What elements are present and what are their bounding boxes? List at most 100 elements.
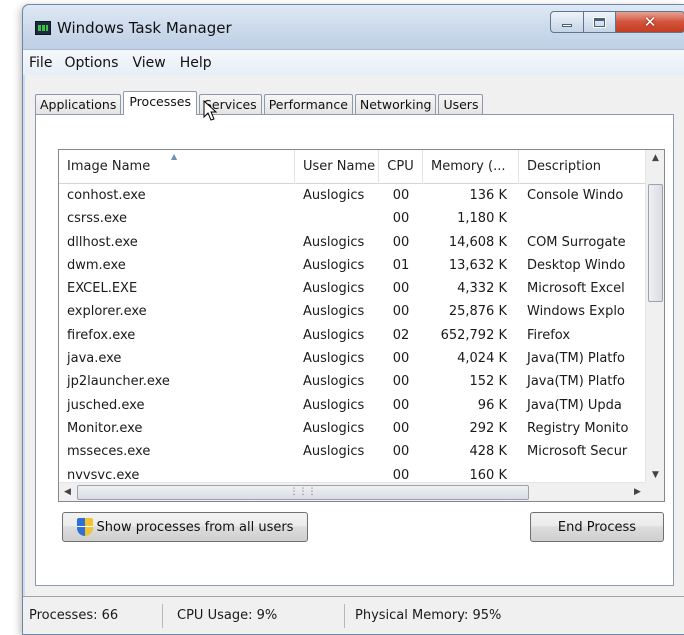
cell-user-name: Auslogics bbox=[303, 420, 365, 436]
cell-cpu: 00 bbox=[392, 211, 410, 227]
process-list[interactable]: Image Name ▲ User Name CPU Memory (... D… bbox=[58, 149, 665, 502]
list-header: Image Name ▲ User Name CPU Memory (... D… bbox=[59, 150, 646, 184]
status-cpu-usage: CPU Usage: 9% bbox=[163, 603, 345, 628]
process-row[interactable]: conhost.exe Auslogics 00 136 K Console Windo bbox=[59, 184, 646, 207]
cell-user-name bbox=[295, 207, 379, 230]
close-icon: ✕ bbox=[643, 13, 657, 31]
cell-description: COM Surrogate bbox=[527, 234, 626, 250]
show-all-processes-button[interactable]: Show processes from all users bbox=[62, 512, 308, 542]
scroll-up-icon[interactable]: ▲ bbox=[647, 150, 664, 167]
cell-description: Desktop Windo bbox=[527, 257, 626, 273]
cell-description: Registry Monito bbox=[527, 420, 629, 436]
cell-user-name: Auslogics bbox=[303, 234, 365, 250]
cell-cpu: 00 bbox=[392, 234, 410, 250]
cell-user-name: Auslogics bbox=[303, 397, 365, 413]
mouse-pointer-icon bbox=[203, 99, 218, 121]
cell-image-name: Monitor.exe bbox=[67, 420, 143, 436]
scroll-left-icon[interactable]: ◀ bbox=[59, 484, 76, 501]
horizontal-scroll-thumb[interactable]: ⋮⋮⋮ bbox=[77, 485, 529, 500]
cell-image-name: dwm.exe bbox=[67, 257, 126, 273]
cell-memory: 96 K bbox=[477, 397, 507, 413]
cell-description: Console Windo bbox=[527, 188, 624, 203]
cell-memory: 4,024 K bbox=[457, 351, 507, 367]
cell-memory: 428 K bbox=[469, 444, 507, 460]
column-memory[interactable]: Memory (... bbox=[423, 150, 519, 184]
cell-description: Java(TM) Platfo bbox=[527, 374, 625, 390]
column-image-name[interactable]: Image Name ▲ bbox=[59, 150, 295, 184]
cell-cpu: 00 bbox=[392, 304, 410, 320]
cell-cpu: 01 bbox=[392, 257, 410, 273]
process-row[interactable]: firefox.exe Auslogics 02 652,792 K Firefox bbox=[59, 324, 646, 347]
tab-strip: Applications Processes Services Performa… bbox=[35, 91, 485, 115]
minimize-button[interactable] bbox=[550, 11, 584, 33]
cell-cpu: 02 bbox=[392, 327, 410, 343]
cell-description: Microsoft Secur bbox=[527, 444, 628, 460]
cell-memory: 136 K bbox=[469, 188, 507, 203]
cell-user-name: Auslogics bbox=[303, 304, 365, 320]
cell-image-name: dllhost.exe bbox=[67, 234, 138, 250]
tab-applications[interactable]: Applications bbox=[35, 94, 122, 115]
cell-cpu: 00 bbox=[392, 397, 410, 413]
menu-bar: File Options View Help bbox=[23, 49, 684, 75]
cell-cpu: 00 bbox=[392, 420, 410, 436]
column-user-name[interactable]: User Name bbox=[295, 150, 379, 184]
process-row[interactable]: Monitor.exe Auslogics 00 292 K Registry Moni… bbox=[59, 417, 646, 440]
process-row[interactable]: dllhost.exe Auslogics 00 14,608 K COM Surrog… bbox=[59, 231, 646, 254]
cell-memory: 4,332 K bbox=[457, 281, 507, 297]
menu-options[interactable]: Options bbox=[64, 55, 118, 71]
column-label: Image Name bbox=[67, 159, 151, 174]
tab-networking[interactable]: Networking bbox=[354, 94, 437, 115]
vertical-scrollbar[interactable]: ▲ ▼ bbox=[645, 150, 664, 484]
cell-image-name: conhost.exe bbox=[67, 188, 146, 203]
uac-shield-icon bbox=[76, 518, 93, 536]
scroll-corner bbox=[645, 482, 664, 501]
process-row[interactable]: java.exe Auslogics 00 4,024 K Java(TM) Platf… bbox=[59, 347, 646, 370]
process-row[interactable]: dwm.exe Auslogics 01 13,632 K Desktop Windo bbox=[59, 254, 646, 277]
show-all-processes-label: Show processes from all users bbox=[96, 519, 294, 535]
menu-file[interactable]: File bbox=[29, 55, 52, 71]
process-row[interactable]: msseces.exe Auslogics 00 428 K Microsoft Sec… bbox=[59, 440, 646, 463]
tab-users[interactable]: Users bbox=[438, 94, 484, 115]
menu-help[interactable]: Help bbox=[180, 55, 212, 71]
tab-performance[interactable]: Performance bbox=[263, 94, 353, 115]
cell-user-name: Auslogics bbox=[303, 351, 365, 367]
sort-ascending-icon: ▲ bbox=[171, 152, 178, 161]
menu-view[interactable]: View bbox=[132, 55, 165, 71]
process-row[interactable]: jusched.exe Auslogics 00 96 K Java(TM) Upda bbox=[59, 394, 646, 417]
process-row[interactable]: explorer.exe Auslogics 00 25,876 K Windows E… bbox=[59, 300, 646, 323]
cell-user-name: Auslogics bbox=[303, 257, 365, 273]
cell-description: Windows Explo bbox=[527, 304, 625, 320]
cell-cpu: 00 bbox=[392, 351, 410, 367]
scroll-right-icon[interactable]: ▶ bbox=[629, 484, 646, 501]
cell-memory: 13,632 K bbox=[448, 257, 507, 273]
cell-memory: 25,876 K bbox=[448, 304, 507, 320]
cell-cpu: 00 bbox=[392, 374, 410, 390]
cell-memory: 14,608 K bbox=[448, 234, 507, 250]
cell-description: Java(TM) Upda bbox=[527, 397, 622, 413]
horizontal-scrollbar[interactable]: ◀ ⋮⋮⋮ ▶ bbox=[59, 482, 646, 501]
cell-cpu: 00 bbox=[392, 188, 410, 203]
cell-user-name: Auslogics bbox=[303, 374, 365, 390]
maximize-button[interactable] bbox=[584, 11, 616, 33]
end-process-button[interactable]: End Process bbox=[530, 512, 664, 542]
process-row[interactable]: EXCEL.EXE Auslogics 00 4,332 K Microsoft Exc… bbox=[59, 277, 646, 300]
column-description[interactable]: Description bbox=[519, 150, 646, 184]
task-manager-window: Windows Task Manager ✕ File Options View… bbox=[22, 4, 684, 635]
minimize-icon bbox=[562, 23, 572, 27]
status-bar: Processes: 66 CPU Usage: 9% Physical Mem… bbox=[23, 596, 684, 634]
tab-processes[interactable]: Processes bbox=[123, 91, 197, 115]
cell-image-name: jusched.exe bbox=[67, 397, 145, 413]
cell-cpu: 00 bbox=[392, 281, 410, 297]
cell-image-name: jp2launcher.exe bbox=[67, 374, 170, 390]
close-button[interactable]: ✕ bbox=[616, 11, 684, 33]
cell-user-name: Auslogics bbox=[303, 327, 365, 343]
process-row[interactable]: csrss.exe 00 1,180 K bbox=[59, 207, 646, 230]
cell-image-name: EXCEL.EXE bbox=[67, 281, 138, 297]
cell-user-name: Auslogics bbox=[303, 444, 365, 460]
title-bar[interactable]: Windows Task Manager ✕ bbox=[23, 5, 684, 49]
process-row[interactable]: jp2launcher.exe Auslogics 00 152 K Java(TM) … bbox=[59, 370, 646, 393]
cell-image-name: firefox.exe bbox=[67, 327, 136, 343]
column-cpu[interactable]: CPU bbox=[379, 150, 423, 184]
cell-memory: 152 K bbox=[469, 374, 507, 390]
vertical-scroll-thumb[interactable] bbox=[648, 184, 663, 302]
